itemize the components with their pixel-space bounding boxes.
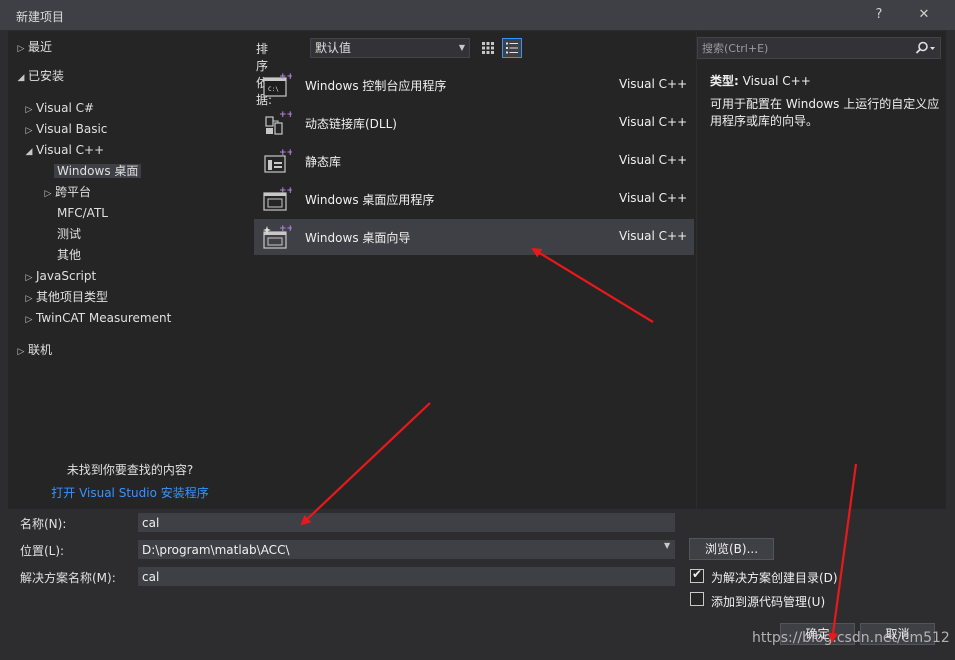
sort-value: 默认值 [315, 41, 352, 55]
not-found-text: 未找到你要查找的内容? [66, 463, 194, 477]
template-name: Windows 控制台应用程序 [305, 79, 447, 93]
tree-item-mfc-atl[interactable]: MFC/ATL [57, 203, 108, 223]
expand-icon[interactable]: ▷ [22, 268, 36, 288]
dll-icon: ++ [265, 110, 292, 135]
template-name: 动态链接库(DLL) [305, 117, 397, 131]
tree-item-label: 联机 [28, 343, 53, 357]
open-installer-link[interactable]: 打开 Visual Studio 安装程序 [8, 484, 252, 501]
svg-text:++: ++ [279, 224, 292, 234]
tree-item-label: JavaScript [36, 269, 97, 283]
grid-view-button[interactable] [478, 38, 498, 58]
solution-name-label: 解决方案名称(M): [20, 571, 116, 585]
tree-item-visual-cpp[interactable]: ◢ Visual C++ [22, 140, 105, 162]
add-source-control-checkbox[interactable] [690, 592, 704, 606]
svg-text:++: ++ [279, 186, 292, 196]
collapse-icon[interactable]: ◢ [14, 68, 28, 88]
svg-text:++: ++ [279, 72, 292, 82]
create-directory-checkbox[interactable]: ✔ [690, 567, 704, 583]
template-name: 静态库 [305, 155, 342, 169]
name-label: 名称(N): [20, 517, 67, 531]
template-language: Visual C++ [619, 153, 688, 167]
grid-view-icon [482, 42, 494, 54]
expand-icon[interactable]: ▷ [41, 184, 55, 204]
expand-icon[interactable]: ▷ [22, 121, 36, 141]
description-text: 可用于配置在 Windows 上运行的自定义应用程序或库的向导。 [710, 97, 940, 128]
tree-item-label: 测试 [57, 227, 82, 241]
name-input[interactable] [138, 513, 675, 532]
location-input[interactable] [138, 540, 675, 559]
tree-item-label: 跨平台 [55, 185, 92, 199]
desktop-app-icon: ++ [263, 186, 292, 211]
help-button[interactable]: ? [867, 4, 891, 26]
svg-text:++: ++ [279, 148, 292, 158]
static-library-icon: ++ [264, 148, 292, 173]
list-view-button[interactable] [502, 38, 522, 58]
tree-item-label: 其他项目类型 [36, 290, 109, 304]
tree-item-twincat-measurement[interactable]: ▷ TwinCAT Measurement [22, 308, 172, 330]
chevron-down-icon: ▼ [458, 43, 465, 52]
list-view-icon [506, 42, 518, 54]
tree-item-cross-platform[interactable]: ▷ 跨平台 [41, 182, 91, 202]
template-language: Visual C++ [619, 191, 688, 205]
browse-button[interactable]: 浏览(B)... [689, 538, 774, 560]
svg-text:++: ++ [279, 110, 292, 120]
chevron-down-icon[interactable]: ▼ [664, 541, 670, 550]
collapse-icon[interactable]: ◢ [22, 142, 36, 162]
create-directory-label: 为解决方案创建目录(D) [711, 571, 838, 585]
close-button[interactable]: ✕ [912, 4, 936, 26]
search-input[interactable] [702, 40, 907, 56]
tree-item-label: MFC/ATL [57, 206, 108, 220]
tree-item-visual-basic[interactable]: ▷ Visual Basic [22, 119, 108, 141]
template-language: Visual C++ [619, 229, 688, 243]
desktop-wizard-icon: ++ [263, 224, 292, 249]
location-label: 位置(L): [20, 544, 65, 558]
expand-icon[interactable]: ▷ [14, 39, 28, 59]
expand-icon[interactable]: ▷ [22, 289, 36, 309]
expand-icon[interactable]: ▷ [22, 310, 36, 330]
tree-item-label: TwinCAT Measurement [36, 311, 172, 325]
console-app-icon: C:\ ++ [263, 72, 292, 97]
window-title: 新建项目 [16, 10, 65, 24]
sort-select[interactable]: 默认值 ▼ [310, 38, 470, 58]
type-value: Visual C++ [742, 74, 811, 88]
tree-item-label: Visual C# [36, 101, 95, 115]
template-name: Windows 桌面向导 [305, 231, 411, 245]
add-source-control-label: 添加到源代码管理(U) [711, 595, 826, 609]
template-row-desktop-wizard[interactable]: ++ Windows 桌面向导 Visual C++ [254, 219, 694, 255]
template-row-static-lib[interactable]: ++ 静态库 Visual C++ [254, 143, 694, 179]
tree-item-label: 其他 [57, 248, 82, 262]
tree-item-test[interactable]: 测试 [57, 224, 81, 244]
title-bar: 新建项目 ? ✕ [0, 0, 955, 31]
expand-icon[interactable]: ▷ [14, 342, 28, 362]
tree-item-installed[interactable]: ◢ 已安装 [14, 66, 64, 86]
type-label: 类型: [710, 74, 739, 88]
template-row-dll[interactable]: ++ 动态链接库(DLL) Visual C++ [254, 105, 694, 141]
tree-item-online[interactable]: ▷ 联机 [14, 340, 52, 360]
expand-icon[interactable]: ▷ [22, 100, 36, 120]
tree-item-other-project-types[interactable]: ▷ 其他项目类型 [22, 287, 108, 307]
tree-item-javascript[interactable]: ▷ JavaScript [22, 266, 97, 288]
search-icon[interactable] [914, 41, 936, 56]
watermark-text: https://blog.csdn.net/cm512 [752, 630, 950, 646]
template-language: Visual C++ [619, 77, 688, 91]
tree-item-recent[interactable]: ▷ 最近 [14, 37, 52, 57]
solution-name-input[interactable] [138, 567, 675, 586]
template-row-console-app[interactable]: C:\ ++ Windows 控制台应用程序 Visual C++ [254, 67, 694, 103]
tree-item-label: Visual Basic [36, 122, 108, 136]
tree-item-label: Visual C++ [36, 143, 105, 157]
tree-item-label: 最近 [28, 40, 53, 54]
checkmark-icon: ✔ [692, 567, 703, 581]
svg-text:C:\: C:\ [268, 86, 279, 93]
tree-item-label: 已安装 [28, 69, 65, 83]
tree-item-other[interactable]: 其他 [57, 245, 81, 265]
tree-item-visual-csharp[interactable]: ▷ Visual C# [22, 98, 95, 120]
template-language: Visual C++ [619, 115, 688, 129]
description-type: 类型: Visual C++ [710, 72, 811, 89]
search-box[interactable] [697, 37, 941, 59]
template-name: Windows 桌面应用程序 [305, 193, 435, 207]
template-row-desktop-app[interactable]: ++ Windows 桌面应用程序 Visual C++ [254, 181, 694, 217]
tree-item-label: Windows 桌面 [54, 164, 142, 178]
tree-item-windows-desktop[interactable]: Windows 桌面 [54, 161, 142, 181]
